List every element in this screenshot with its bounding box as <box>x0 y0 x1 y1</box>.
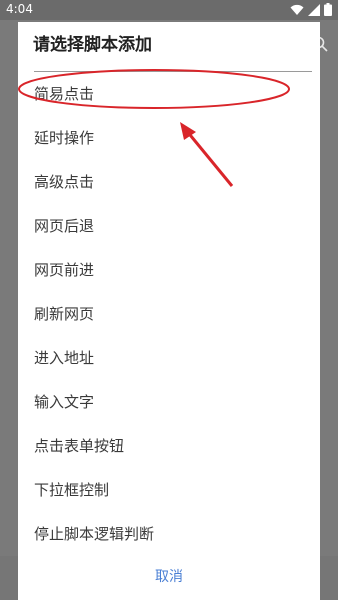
battery-icon <box>324 3 332 16</box>
status-bar: 4:04 <box>0 0 338 20</box>
status-time: 4:04 <box>6 2 33 16</box>
option-input-text[interactable]: 输入文字 <box>18 380 320 424</box>
dialog-title: 请选择脚本添加 <box>33 35 152 55</box>
status-icons <box>290 3 332 16</box>
option-stop-script-logic[interactable]: 停止脚本逻辑判断 <box>18 512 320 556</box>
option-delay[interactable]: 延时操作 <box>18 116 320 160</box>
option-list: 简易点击 延时操作 高级点击 网页后退 网页前进 刷新网页 进入地址 输入文字 … <box>18 72 320 556</box>
script-select-dialog: 请选择脚本添加 简易点击 延时操作 高级点击 网页后退 网页前进 刷新网页 进入… <box>18 22 320 600</box>
signal-icon <box>308 3 320 16</box>
wifi-icon <box>290 4 304 16</box>
option-refresh-page[interactable]: 刷新网页 <box>18 292 320 336</box>
cancel-button[interactable]: 取消 <box>18 560 320 594</box>
option-enter-address[interactable]: 进入地址 <box>18 336 320 380</box>
option-simple-click[interactable]: 简易点击 <box>18 72 320 116</box>
option-page-forward[interactable]: 网页前进 <box>18 248 320 292</box>
option-page-back[interactable]: 网页后退 <box>18 204 320 248</box>
option-dropdown-control[interactable]: 下拉框控制 <box>18 468 320 512</box>
option-click-form-button[interactable]: 点击表单按钮 <box>18 424 320 468</box>
option-advanced-click[interactable]: 高级点击 <box>18 160 320 204</box>
